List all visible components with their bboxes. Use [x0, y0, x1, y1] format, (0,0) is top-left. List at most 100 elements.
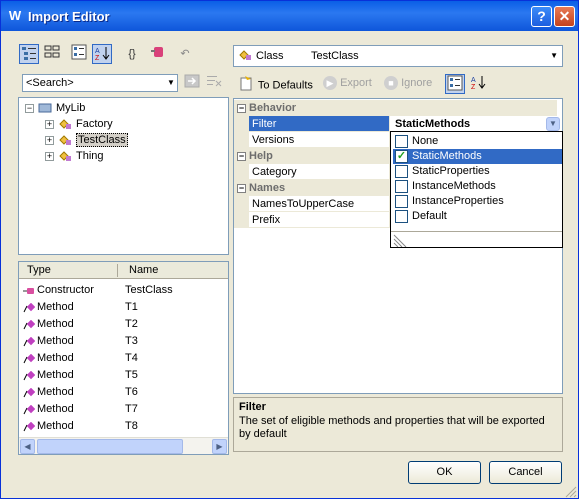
row-type: Method [37, 369, 74, 381]
svg-text:Z: Z [471, 84, 476, 90]
tree-item[interactable]: + TestClass [45, 132, 128, 148]
scroll-left-icon[interactable]: ◀ [20, 439, 35, 454]
row-name: T3 [125, 335, 138, 347]
to-defaults-label: To Defaults [257, 79, 313, 92]
list-row[interactable]: Method T6 [19, 384, 228, 401]
list-row[interactable]: Constructor TestClass [19, 282, 228, 299]
size-grip-icon[interactable] [563, 484, 577, 501]
list-row[interactable]: Method T3 [19, 333, 228, 350]
export-button[interactable]: ▶ Export [323, 75, 372, 93]
list-row[interactable]: Method T1 [19, 299, 228, 316]
resize-grip-icon[interactable] [393, 233, 407, 250]
class-icon [58, 118, 72, 130]
undo-icon[interactable]: ↶ [175, 44, 195, 64]
description-title: Filter [239, 401, 266, 413]
property-value[interactable]: StaticMethods [395, 116, 470, 132]
export-icon: ▶ [323, 76, 337, 91]
library-icon [38, 102, 52, 114]
tree-root[interactable]: − MyLib [25, 100, 85, 116]
chevron-down-icon[interactable]: ▼ [165, 75, 177, 91]
filter-option[interactable]: StaticProperties [393, 164, 562, 179]
filter-option-label: StaticProperties [412, 165, 490, 177]
title-bar[interactable]: W Import Editor ? ✕ [1, 1, 578, 31]
ignore-button[interactable]: ■ Ignore [384, 75, 432, 93]
filter-dropdown[interactable]: None ✓ StaticMethods StaticProperties Ins… [390, 131, 563, 248]
collapse-icon[interactable]: − [237, 151, 246, 161]
categorized-icon[interactable] [445, 74, 465, 94]
property-name: Category [249, 164, 389, 180]
class-icon [58, 150, 72, 162]
list-row[interactable]: Method T2 [19, 316, 228, 333]
tree-root-label: MyLib [56, 102, 86, 114]
checkbox[interactable] [395, 165, 408, 178]
collapse-icon[interactable]: − [25, 103, 34, 113]
sort-alpha-icon[interactable]: AZ [92, 44, 112, 64]
row-type: Method [37, 318, 74, 330]
expand-icon[interactable]: + [45, 119, 54, 129]
checkbox[interactable] [395, 135, 408, 148]
property-name: NamesToUpperCase [249, 196, 389, 212]
filter-option-label: InstanceMethods [412, 180, 496, 192]
chevron-down-icon[interactable]: ▼ [546, 117, 560, 131]
tree-item[interactable]: + Thing [45, 148, 104, 164]
checkbox[interactable] [395, 195, 408, 208]
checkbox[interactable] [395, 210, 408, 223]
row-name: T2 [125, 318, 138, 330]
category-label: Help [249, 150, 273, 162]
chevron-down-icon[interactable]: ▼ [550, 51, 558, 60]
list-row[interactable]: Method T5 [19, 367, 228, 384]
collapse-icon[interactable]: − [237, 183, 246, 193]
tree-item[interactable]: + Factory [45, 116, 113, 132]
expand-icon[interactable]: + [45, 151, 54, 161]
object-kind: Class [256, 50, 284, 62]
ok-button[interactable]: OK [408, 461, 481, 484]
row-name: T5 [125, 369, 138, 381]
list-row[interactable]: Method T4 [19, 350, 228, 367]
method-icon [23, 353, 36, 364]
filter-option[interactable]: ✓ StaticMethods [393, 149, 562, 164]
ignore-label: Ignore [401, 77, 433, 89]
go-icon[interactable] [182, 73, 202, 93]
category-label: Names [249, 182, 286, 194]
to-defaults-button[interactable]: To Defaults [239, 75, 313, 93]
filter-option[interactable]: None [393, 134, 562, 149]
method-icon [23, 404, 36, 415]
property-row[interactable]: Filter StaticMethods ▼ [234, 116, 560, 132]
category-row[interactable]: − Behavior [234, 100, 557, 116]
categorized-icon[interactable] [69, 44, 89, 64]
close-button[interactable]: ✕ [554, 6, 575, 27]
sort-alpha-icon[interactable]: AZ [468, 74, 488, 94]
search-value: <Search> [26, 77, 74, 89]
collapse-icon[interactable]: − [237, 103, 246, 113]
component-icon[interactable] [148, 44, 168, 64]
column-divider[interactable] [117, 264, 118, 277]
cancel-button[interactable]: Cancel [489, 461, 562, 484]
resize-bar [391, 231, 562, 250]
scroll-thumb[interactable] [37, 439, 183, 454]
list-row[interactable]: Method T8 [19, 418, 228, 435]
row-type: Method [37, 386, 74, 398]
filter-option[interactable]: InstanceMethods [393, 179, 562, 194]
view-details-icon[interactable] [42, 44, 62, 64]
filter-option[interactable]: Default [393, 209, 562, 224]
object-selector[interactable]: Class TestClass ▼ [233, 45, 563, 67]
horizontal-scrollbar[interactable]: ◀ ▶ [19, 437, 228, 454]
scroll-right-icon[interactable]: ▶ [212, 439, 227, 454]
list-row[interactable]: Method T7 [19, 401, 228, 418]
checkbox[interactable]: ✓ [395, 150, 408, 163]
type-tree[interactable]: − MyLib + Factory + TestClass + Thing [18, 97, 229, 255]
row-name: TestClass [125, 284, 173, 296]
search-input[interactable]: <Search> ▼ [22, 74, 178, 92]
expand-icon[interactable]: + [45, 135, 54, 145]
clear-search-icon[interactable] [204, 73, 224, 93]
braces-icon[interactable]: {} [122, 44, 142, 64]
help-button[interactable]: ? [531, 6, 552, 27]
tree-item-label: Thing [76, 150, 104, 162]
member-list[interactable]: Type Name Constructor TestClass Method T… [18, 261, 229, 455]
checkbox[interactable] [395, 180, 408, 193]
column-type[interactable]: Type [27, 264, 51, 276]
filter-option[interactable]: InstanceProperties [393, 194, 562, 209]
column-name[interactable]: Name [129, 264, 158, 276]
view-list-icon[interactable] [19, 44, 39, 64]
to-defaults-icon [239, 75, 255, 96]
